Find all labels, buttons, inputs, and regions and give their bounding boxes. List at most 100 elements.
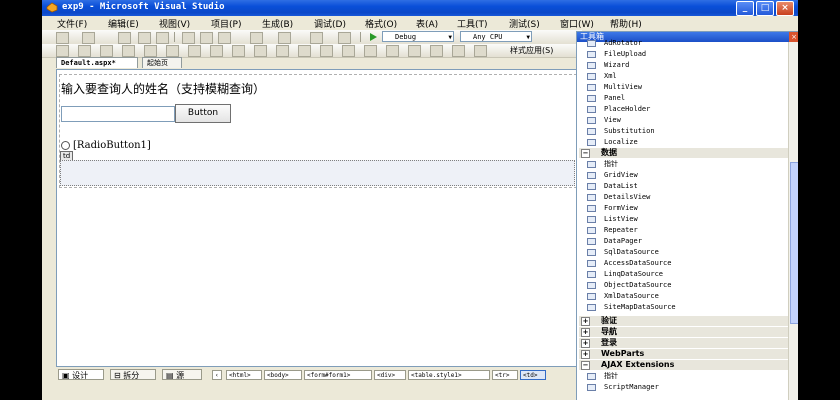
format-tool-icon[interactable] — [298, 45, 311, 57]
format-tool-icon[interactable] — [122, 45, 135, 57]
toolbox-item-panel[interactable]: Panel — [587, 93, 787, 104]
design-surface[interactable]: 输入要查询人的姓名（支持模糊查询） Button [RadioButton1] … — [56, 69, 580, 367]
format-tool-icon[interactable] — [166, 45, 179, 57]
toolbox-item-multiview[interactable]: MultiView — [587, 82, 787, 93]
toolbox-item-substitution[interactable]: Substitution — [587, 126, 787, 137]
view-tab-split[interactable]: ⊟ 拆分 — [110, 369, 156, 380]
toolbox-item-placeholder[interactable]: PlaceHolder — [587, 104, 787, 115]
format-tool-icon[interactable] — [100, 45, 113, 57]
save-all-icon[interactable] — [156, 32, 169, 44]
format-tool-icon[interactable] — [254, 45, 267, 57]
toolbox-item-accessdatasource[interactable]: AccessDataSource — [587, 258, 787, 269]
navigate-back-icon[interactable] — [310, 32, 323, 44]
name-textbox[interactable] — [61, 106, 175, 122]
format-tool-icon[interactable] — [430, 45, 443, 57]
menu-build[interactable]: 生成(B) — [262, 17, 293, 30]
tab-default-aspx[interactable]: Default.aspx* — [56, 57, 138, 68]
breadcrumb-form[interactable]: <form#form1> — [304, 370, 372, 380]
navigate-forward-icon[interactable] — [338, 32, 351, 44]
format-tool-icon[interactable] — [210, 45, 223, 57]
breadcrumb-body[interactable]: <body> — [264, 370, 302, 380]
format-tool-icon[interactable] — [56, 45, 69, 57]
paste-icon[interactable] — [218, 32, 231, 44]
undo-icon[interactable] — [250, 32, 263, 44]
format-tool-icon[interactable] — [276, 45, 289, 57]
scrollbar-thumb[interactable] — [790, 162, 798, 324]
view-tab-design[interactable]: ▣ 设计 — [58, 369, 104, 380]
toolbox-item-fileupload[interactable]: FileUpload — [587, 49, 787, 60]
toolbox-item-sitemapdatasource[interactable]: SiteMapDataSource — [587, 302, 787, 313]
view-tab-source[interactable]: ▤ 源 — [162, 369, 202, 380]
toolbox-category-login[interactable]: + 登录 — [579, 338, 789, 348]
toolbox-item-repeater[interactable]: Repeater — [587, 225, 787, 236]
solution-config-select[interactable]: Debug ▼ — [382, 31, 454, 42]
format-tool-icon[interactable] — [408, 45, 421, 57]
save-icon[interactable] — [138, 32, 151, 44]
menu-edit[interactable]: 编辑(E) — [108, 17, 139, 30]
close-button[interactable]: × — [776, 1, 794, 16]
copy-icon[interactable] — [200, 32, 213, 44]
toolbox-item-formview[interactable]: FormView — [587, 203, 787, 214]
toolbox-item-localize[interactable]: Localize — [587, 137, 787, 148]
toolbox-item-listview[interactable]: ListView — [587, 214, 787, 225]
open-file-icon[interactable] — [118, 32, 131, 44]
start-debugging-icon[interactable] — [368, 32, 378, 42]
format-tool-icon[interactable] — [144, 45, 157, 57]
toolbox-category-data[interactable]: − 数据 — [579, 148, 789, 158]
toolbox-item-linqdatasource[interactable]: LinqDataSource — [587, 269, 787, 280]
toolbox-item-ajax-pointer[interactable]: 指针 — [587, 371, 787, 382]
toolbox-item-adrotator[interactable]: AdRotator — [587, 38, 787, 49]
breadcrumb-td[interactable]: <td> — [520, 370, 546, 380]
breadcrumb-tr[interactable]: <tr> — [492, 370, 518, 380]
toolbox-category-navigation[interactable]: + 导航 — [579, 327, 789, 337]
toolbox-item-detailsview[interactable]: DetailsView — [587, 192, 787, 203]
format-tool-icon[interactable] — [188, 45, 201, 57]
new-project-icon[interactable] — [56, 32, 69, 44]
toolbox-item-datalist[interactable]: DataList — [587, 181, 787, 192]
radio-button-1[interactable]: [RadioButton1] — [61, 140, 151, 151]
breadcrumb-html[interactable]: <html> — [226, 370, 262, 380]
menu-view[interactable]: 视图(V) — [159, 17, 190, 30]
toolbox-item-datapager[interactable]: DataPager — [587, 236, 787, 247]
toolbox-item-xml[interactable]: Xml — [587, 71, 787, 82]
toolbox-category-webparts[interactable]: + WebParts — [579, 349, 789, 359]
format-tool-icon[interactable] — [78, 45, 91, 57]
menu-help[interactable]: 帮助(H) — [610, 17, 642, 30]
menu-window[interactable]: 窗口(W) — [560, 17, 594, 30]
format-tool-icon[interactable] — [452, 45, 465, 57]
menu-test[interactable]: 测试(S) — [509, 17, 540, 30]
toolbox-category-validation[interactable]: + 验证 — [579, 316, 789, 326]
toolbox-item-scriptmanager[interactable]: ScriptManager — [587, 382, 787, 393]
tab-start-page[interactable]: 起始页 — [142, 57, 182, 68]
toolbox-item-view[interactable]: View — [587, 115, 787, 126]
toolbox-item-objectdatasource[interactable]: ObjectDataSource — [587, 280, 787, 291]
redo-icon[interactable] — [278, 32, 291, 44]
menu-table[interactable]: 表(A) — [416, 17, 438, 30]
format-tool-icon[interactable] — [474, 45, 487, 57]
minimize-button[interactable]: _ — [736, 1, 754, 16]
toolbox-item-pointer[interactable]: 指针 — [587, 159, 787, 170]
style-application-label[interactable]: 样式应用(S) — [510, 45, 553, 56]
add-item-icon[interactable] — [82, 32, 95, 44]
toolbox-scrollbar[interactable] — [788, 42, 798, 400]
toolbox-category-ajax[interactable]: − AJAX Extensions — [579, 360, 789, 370]
menu-debug[interactable]: 调试(D) — [314, 17, 346, 30]
format-tool-icon[interactable] — [386, 45, 399, 57]
menu-project[interactable]: 项目(P) — [211, 17, 241, 30]
breadcrumb-div[interactable]: <div> — [374, 370, 406, 380]
platform-select[interactable]: Any CPU ▼ — [460, 31, 532, 42]
format-tool-icon[interactable] — [320, 45, 333, 57]
breadcrumb-table[interactable]: <table.style1> — [408, 370, 490, 380]
menu-tools[interactable]: 工具(T) — [457, 17, 488, 30]
menu-format[interactable]: 格式(O) — [365, 17, 397, 30]
breadcrumb-scroll-left[interactable]: ‹ — [212, 370, 222, 380]
toolbox-item-wizard[interactable]: Wizard — [587, 60, 787, 71]
toolbox-item-gridview[interactable]: GridView — [587, 170, 787, 181]
cut-icon[interactable] — [182, 32, 195, 44]
title-bar[interactable]: exp9 - Microsoft Visual Studio _ □ × — [42, 0, 798, 16]
format-tool-icon[interactable] — [364, 45, 377, 57]
selected-td-cell[interactable] — [60, 160, 575, 186]
maximize-button[interactable]: □ — [756, 1, 774, 16]
menu-file[interactable]: 文件(F) — [57, 17, 87, 30]
query-button[interactable]: Button — [175, 104, 231, 123]
